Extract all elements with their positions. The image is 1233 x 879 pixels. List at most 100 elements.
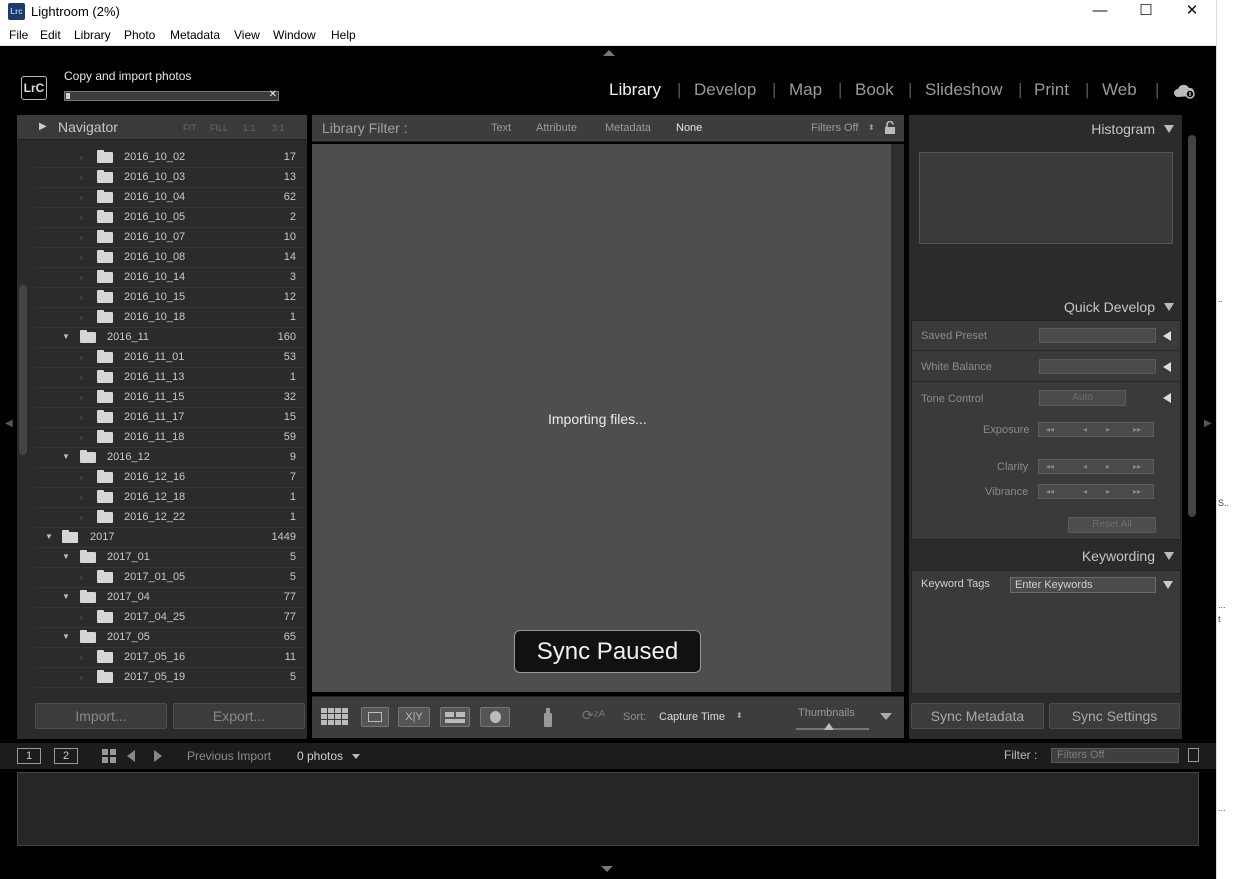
filter-metadata[interactable]: Metadata [605, 122, 651, 134]
folder-row[interactable]: ▹ 2016_12_22 1 [35, 508, 305, 528]
reset-all-button[interactable]: Reset All [1068, 517, 1156, 533]
export-button[interactable]: Export... [173, 703, 305, 729]
folder-row[interactable]: ▹ 2017_05_19 5 [35, 668, 305, 688]
clarity-stepper[interactable]: ◂◂ ◂ ▸ ▸▸ [1038, 459, 1154, 474]
zoom-fill[interactable]: FILL [210, 123, 228, 133]
folder-expand-icon[interactable]: ▼ [62, 632, 70, 641]
cancel-import-icon[interactable]: ✕ [269, 89, 277, 100]
lock-icon[interactable] [884, 121, 896, 134]
filter-preset-select[interactable]: Filters Off [811, 122, 858, 134]
auto-tone-button[interactable]: Auto [1039, 390, 1126, 406]
folder-row[interactable]: ▹ 2016_11_15 32 [35, 388, 305, 408]
sort-chevron-icon[interactable]: ⬍ [736, 711, 743, 720]
painter-spray-icon[interactable] [542, 706, 554, 728]
filmstrip-source[interactable]: Previous Import [187, 749, 271, 763]
folder-row[interactable]: ▼ 2016_12 9 [35, 448, 305, 468]
sort-select[interactable]: Capture Time [659, 711, 725, 723]
folder-row[interactable]: ▼ 2017_01 5 [35, 548, 305, 568]
folder-row[interactable]: ▹ 2016_10_08 14 [35, 248, 305, 268]
vibrance-stepper[interactable]: ◂◂ ◂ ▸ ▸▸ [1038, 484, 1154, 499]
maximize-button[interactable]: ☐ [1123, 0, 1169, 24]
folder-row[interactable]: ▼ 2017 1449 [35, 528, 305, 548]
keyword-tags-select[interactable]: Enter Keywords [1010, 577, 1156, 593]
folder-row[interactable]: ▹ 2016_10_03 13 [35, 168, 305, 188]
exposure-stepper[interactable]: ◂◂ ◂ ▸ ▸▸ [1038, 422, 1154, 437]
right-panel-scrollbar[interactable] [1188, 135, 1196, 517]
folder-row[interactable]: ▹ 2016_10_07 10 [35, 228, 305, 248]
histogram-header[interactable]: Histogram [909, 116, 1182, 143]
sort-direction-icon[interactable]: ⟳ᶻᴬ [582, 707, 605, 724]
back-arrow-icon[interactable] [127, 750, 135, 762]
folder-row[interactable]: ▹ 2016_10_15 12 [35, 288, 305, 308]
saved-preset-select[interactable] [1039, 328, 1156, 343]
folder-row[interactable]: ▹ 2016_11_01 53 [35, 348, 305, 368]
quick-develop-collapse-icon[interactable] [1164, 303, 1174, 311]
photos-count[interactable]: 0 photos [297, 749, 343, 763]
folder-row[interactable]: ▹ 2017_01_05 5 [35, 568, 305, 588]
bottom-panel-toggle-icon[interactable] [601, 866, 613, 872]
forward-arrow-icon[interactable] [154, 750, 162, 762]
cloud-sync-icon[interactable] [1173, 83, 1195, 99]
folder-expand-icon[interactable]: ▼ [62, 452, 70, 461]
left-panel-toggle-icon[interactable]: ◀ [5, 418, 13, 429]
loupe-view-icon[interactable] [361, 707, 389, 727]
module-book[interactable]: Book [855, 80, 894, 100]
folder-row[interactable]: ▹ 2016_12_16 7 [35, 468, 305, 488]
top-panel-toggle-icon[interactable] [603, 50, 615, 56]
zoom-3-1[interactable]: 3:1 [272, 123, 285, 133]
filter-text[interactable]: Text [491, 122, 511, 134]
photos-dropdown-icon[interactable] [352, 754, 360, 759]
module-library[interactable]: Library [609, 80, 661, 100]
minimize-button[interactable]: — [1077, 0, 1123, 24]
white-balance-select[interactable] [1039, 359, 1156, 374]
main-monitor-button[interactable]: 1 [17, 748, 41, 764]
folder-expand-icon[interactable]: ▼ [62, 332, 70, 341]
people-view-icon[interactable] [480, 707, 510, 727]
menu-view[interactable]: View [234, 28, 260, 42]
folder-row[interactable]: ▹ 2016_12_18 1 [35, 488, 305, 508]
filmstrip-filter-select[interactable]: Filters Off [1051, 748, 1179, 763]
survey-view-icon[interactable] [440, 707, 470, 727]
folder-row[interactable]: ▹ 2016_10_05 2 [35, 208, 305, 228]
import-button[interactable]: Import... [35, 703, 167, 729]
folder-row[interactable]: ▹ 2016_10_14 3 [35, 268, 305, 288]
navigator-expand-icon[interactable]: ▶ [39, 121, 47, 132]
folder-row[interactable]: ▹ 2016_10_02 17 [35, 148, 305, 168]
secondary-monitor-button[interactable]: 2 [54, 748, 78, 764]
sync-metadata-button[interactable]: Sync Metadata [911, 703, 1044, 729]
menu-metadata[interactable]: Metadata [170, 28, 220, 42]
filmstrip[interactable] [17, 772, 1199, 846]
folder-row[interactable]: ▹ 2016_10_04 62 [35, 188, 305, 208]
module-slideshow[interactable]: Slideshow [925, 80, 1003, 100]
thumbnail-slider-knob[interactable] [824, 723, 834, 730]
folder-row[interactable]: ▹ 2016_10_18 1 [35, 308, 305, 328]
folder-expand-icon[interactable]: ▼ [62, 592, 70, 601]
zoom-fit[interactable]: FIT [183, 123, 197, 133]
folder-row[interactable]: ▼ 2016_11 160 [35, 328, 305, 348]
sync-settings-button[interactable]: Sync Settings [1049, 703, 1180, 729]
grid-scrollbar[interactable] [891, 144, 904, 692]
grid-icon[interactable] [101, 748, 117, 764]
navigator-header[interactable]: ▶ Navigator FIT FILL 1:1 3:1 [17, 115, 307, 140]
filter-none[interactable]: None [676, 122, 702, 134]
grid-view-icon[interactable] [320, 707, 350, 727]
folder-row[interactable]: ▹ 2016_11_18 59 [35, 428, 305, 448]
folder-row[interactable]: ▹ 2017_05_16 11 [35, 648, 305, 668]
keywording-header[interactable]: Keywording [909, 543, 1182, 570]
menu-window[interactable]: Window [273, 28, 316, 42]
right-panel-toggle-icon[interactable]: ▶ [1204, 418, 1212, 429]
module-develop[interactable]: Develop [694, 80, 756, 100]
module-print[interactable]: Print [1034, 80, 1069, 100]
white-balance-expand-icon[interactable] [1163, 362, 1171, 372]
filter-attribute[interactable]: Attribute [536, 122, 577, 134]
left-panel-scrollbar[interactable] [19, 285, 27, 455]
module-map[interactable]: Map [789, 80, 822, 100]
toolbar-menu-chevron-icon[interactable] [880, 713, 892, 720]
keywording-menu-icon[interactable] [1163, 581, 1173, 589]
folder-row[interactable]: ▹ 2016_11_17 15 [35, 408, 305, 428]
keywording-collapse-icon[interactable] [1164, 552, 1174, 560]
module-web[interactable]: Web [1102, 80, 1137, 100]
folder-row[interactable]: ▼ 2017_05 65 [35, 628, 305, 648]
folder-row[interactable]: ▹ 2017_04_25 77 [35, 608, 305, 628]
menu-help[interactable]: Help [331, 28, 356, 42]
